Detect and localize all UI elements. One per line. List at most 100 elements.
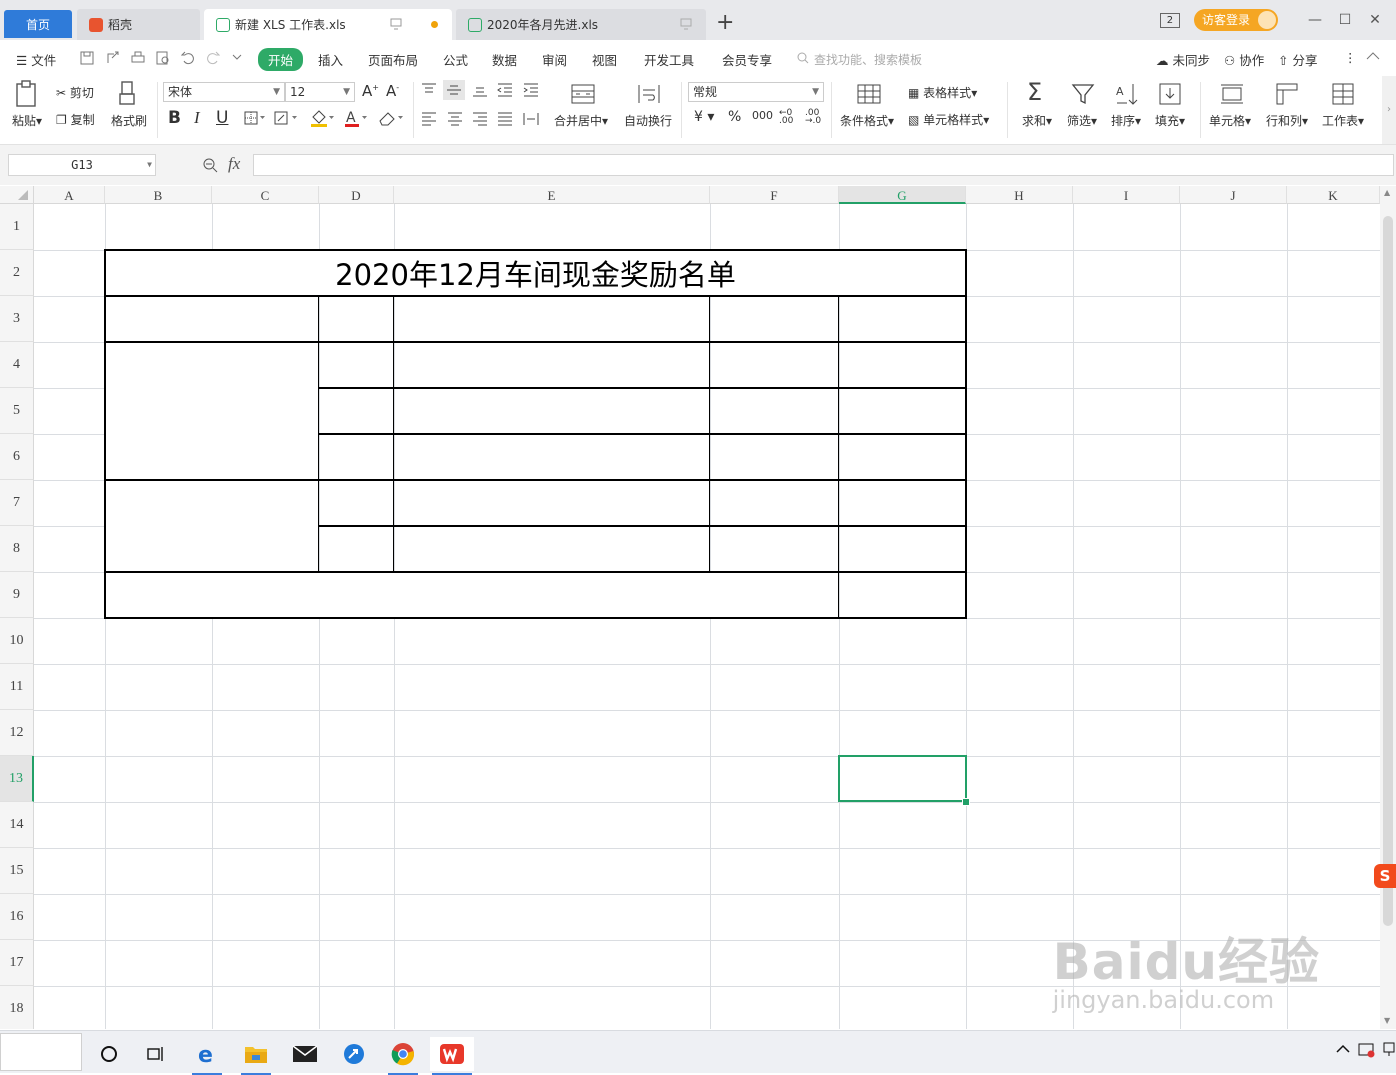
select-all-corner[interactable]	[0, 186, 34, 204]
name-box[interactable]: G13 ▼	[8, 154, 156, 176]
row-header-13[interactable]: 13	[0, 756, 34, 802]
print-preview-icon[interactable]	[156, 51, 170, 65]
wps-icon[interactable]	[430, 1037, 474, 1075]
column-header-g[interactable]: G	[839, 186, 966, 204]
menu-tab-view[interactable]: 视图	[592, 50, 617, 69]
monitor-icon[interactable]	[390, 18, 402, 30]
menu-tab-member[interactable]: 会员专享	[722, 50, 772, 69]
sum-icon[interactable]: Σ	[1027, 78, 1042, 106]
undo-icon[interactable]	[181, 51, 195, 65]
row-col-icon[interactable]	[1275, 82, 1299, 106]
row-header-3[interactable]: 3	[0, 296, 34, 342]
cell-icon[interactable]	[1220, 82, 1244, 106]
column-header-a[interactable]: A	[34, 186, 105, 204]
filter-icon[interactable]	[1071, 82, 1095, 106]
tab-2020-xls[interactable]: 2020年各月先进.xls	[456, 9, 706, 40]
conditional-format-button[interactable]: 条件格式▾	[840, 112, 894, 129]
maximize-icon[interactable]: ☐	[1330, 12, 1360, 28]
app-blue-icon[interactable]	[337, 1037, 371, 1071]
cell-button[interactable]: 单元格▾	[1209, 112, 1251, 129]
menu-tab-data[interactable]: 数据	[492, 50, 517, 69]
merged-cell-b7-b8[interactable]	[106, 481, 319, 572]
justify-icon[interactable]	[496, 111, 514, 127]
selected-cell-g13[interactable]	[838, 755, 967, 802]
font-color-icon[interactable]: A	[344, 109, 370, 127]
merge-center-button[interactable]: 合并居中▾	[554, 112, 608, 129]
share-button[interactable]: ⇧ 分享	[1278, 50, 1317, 69]
scrollbar-thumb[interactable]	[1383, 216, 1393, 926]
percent-icon[interactable]: %	[728, 109, 741, 125]
italic-icon[interactable]: I	[194, 108, 200, 128]
font-name-select[interactable]: 宋体 ▼	[163, 82, 285, 102]
font-size-select[interactable]: 12 ▼	[285, 82, 355, 102]
align-right-icon[interactable]	[471, 111, 489, 127]
row-header-1[interactable]: 1	[0, 204, 34, 250]
chrome-icon[interactable]	[386, 1037, 420, 1075]
wrap-text-icon[interactable]	[636, 82, 662, 106]
file-menu[interactable]: ☰ 文件	[16, 50, 56, 69]
merged-cell-b3[interactable]	[106, 297, 319, 342]
increase-font-icon[interactable]: A+	[362, 82, 379, 100]
number-format-select[interactable]: 常规 ▼	[688, 82, 824, 102]
row-header-5[interactable]: 5	[0, 388, 34, 434]
paste-button[interactable]: 粘贴▾	[12, 112, 42, 129]
row-header-2[interactable]: 2	[0, 250, 34, 296]
menu-tab-review[interactable]: 审阅	[542, 50, 567, 69]
tray-app-icon[interactable]	[1358, 1042, 1376, 1058]
vertical-scrollbar[interactable]: ▲ ▼	[1380, 186, 1396, 1029]
redo-icon[interactable]	[206, 51, 220, 65]
spreadsheet-grid[interactable]: A B C D E F G H I J K 1 2 3 4 5 6 7 8 9 …	[0, 186, 1396, 1029]
column-header-c[interactable]: C	[212, 186, 319, 204]
fill-button[interactable]: 填充▾	[1155, 112, 1185, 129]
task-view-icon[interactable]	[139, 1037, 173, 1071]
tab-daoke[interactable]: 稻壳	[77, 9, 200, 40]
row-header-8[interactable]: 8	[0, 526, 34, 572]
column-header-i[interactable]: I	[1073, 186, 1180, 204]
scroll-down-icon[interactable]: ▼	[1384, 1016, 1390, 1025]
column-header-f[interactable]: F	[710, 186, 839, 204]
page-count-icon[interactable]: 2	[1159, 12, 1180, 28]
close-icon[interactable]: ✕	[1360, 12, 1390, 28]
merged-cell-b9-f9[interactable]	[106, 573, 839, 618]
row-header-12[interactable]: 12	[0, 710, 34, 756]
sort-button[interactable]: 排序▾	[1111, 112, 1141, 129]
login-button[interactable]: 访客登录	[1193, 9, 1278, 31]
merge-center-icon[interactable]	[570, 82, 596, 106]
edge-browser-icon[interactable]: e	[190, 1037, 224, 1075]
cortana-icon[interactable]	[92, 1037, 126, 1071]
more-icon[interactable]: ⋮	[1344, 50, 1357, 65]
merged-cell-b4-b6[interactable]	[106, 343, 319, 480]
row-header-15[interactable]: 15	[0, 848, 34, 894]
format-painter-icon[interactable]	[118, 81, 140, 107]
collab-button[interactable]: ⚇ 协作	[1224, 50, 1264, 69]
column-header-e[interactable]: E	[394, 186, 710, 204]
row-header-9[interactable]: 9	[0, 572, 34, 618]
ime-s-icon[interactable]: S	[1374, 864, 1396, 888]
worksheet-icon[interactable]	[1331, 82, 1355, 106]
row-header-11[interactable]: 11	[0, 664, 34, 710]
menu-tab-page-layout[interactable]: 页面布局	[368, 50, 418, 69]
cut-button[interactable]: ✂ 剪切	[56, 84, 94, 101]
menu-tab-start[interactable]: 开始	[258, 48, 304, 71]
sync-button[interactable]: ☁ 未同步	[1156, 50, 1210, 69]
conditional-format-icon[interactable]	[856, 82, 882, 106]
menu-tab-insert[interactable]: 插入	[318, 50, 343, 69]
export-icon[interactable]	[106, 51, 120, 65]
tab-new-xls[interactable]: 新建 XLS 工作表.xls	[204, 9, 452, 40]
decrease-decimal-icon[interactable]: .00 →.0	[805, 109, 821, 126]
tab-home[interactable]: 首页	[4, 10, 72, 38]
row-col-button[interactable]: 行和列▾	[1266, 112, 1308, 129]
chevron-down-icon[interactable]	[232, 53, 242, 61]
file-explorer-icon[interactable]	[239, 1037, 273, 1075]
scroll-up-icon[interactable]: ▲	[1384, 188, 1390, 197]
fx-icon[interactable]: fx	[228, 154, 240, 174]
column-header-k[interactable]: K	[1287, 186, 1380, 204]
format-painter-button[interactable]: 格式刷	[111, 112, 147, 129]
decrease-indent-icon[interactable]	[496, 82, 514, 98]
distributed-align-icon[interactable]	[522, 111, 540, 127]
new-tab-plus-icon[interactable]: +	[716, 12, 734, 34]
fill-color-icon[interactable]	[310, 109, 336, 127]
menu-tab-developer[interactable]: 开发工具	[644, 50, 694, 69]
tray-chevron-up-icon[interactable]	[1336, 1044, 1350, 1054]
monitor-icon[interactable]	[680, 18, 692, 30]
